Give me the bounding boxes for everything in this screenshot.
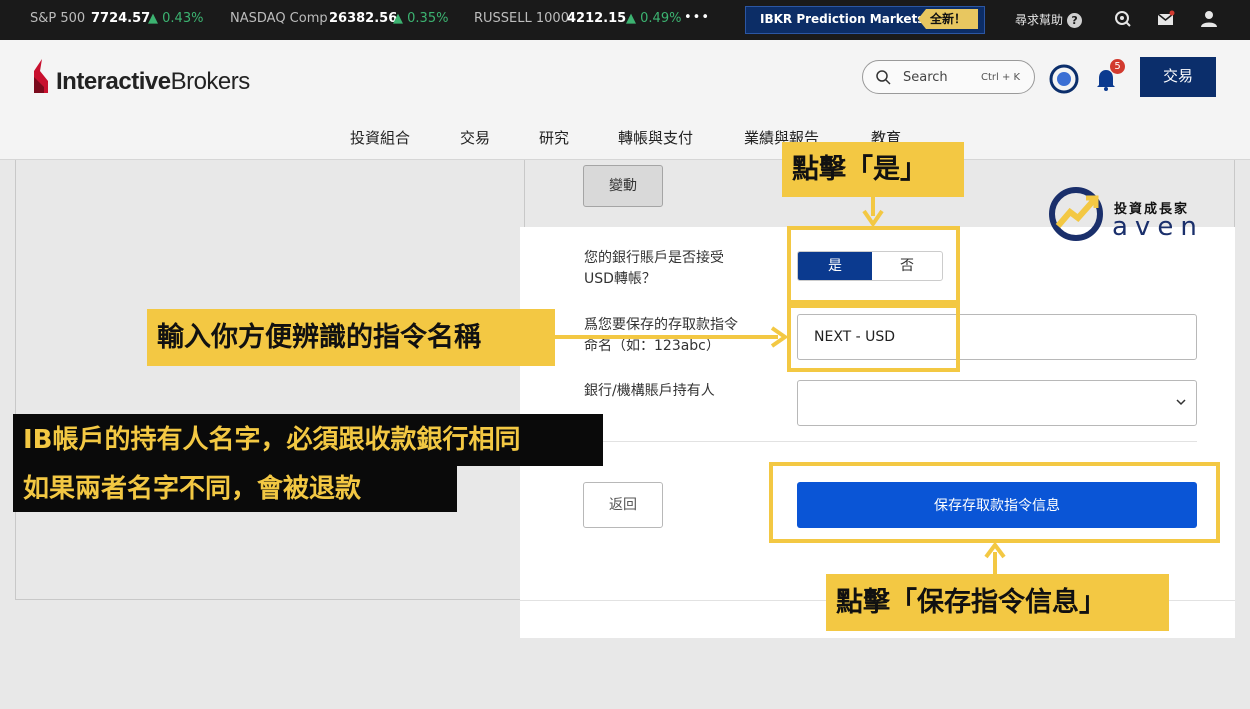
arrow-up-to-save — [984, 541, 1006, 574]
annotation-arrows — [555, 197, 1006, 574]
arrow-down-to-yes — [862, 197, 884, 228]
arrow-right-to-input — [555, 326, 789, 348]
